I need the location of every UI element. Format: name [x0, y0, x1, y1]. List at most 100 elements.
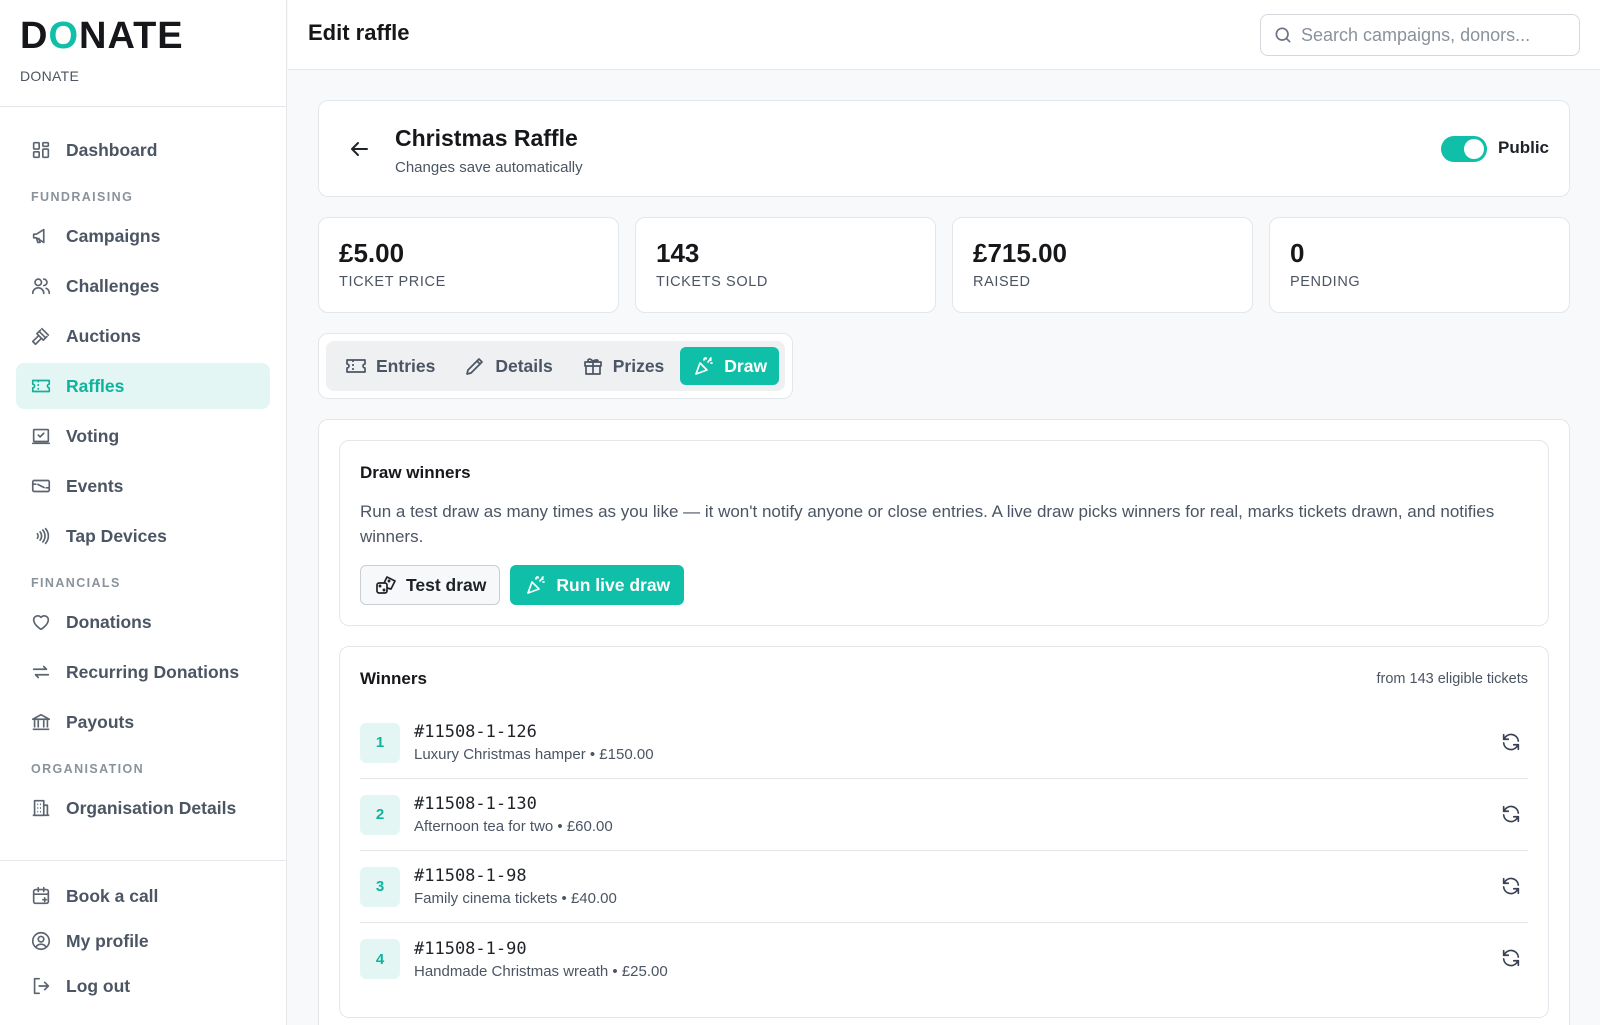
winner-prize: Handmade Christmas wreath • £25.00 — [414, 962, 668, 980]
winner-ticket-number: #11508-1-98 — [414, 866, 527, 886]
tab-label: Draw — [724, 355, 768, 376]
draw-actions: Test draw Run live draw — [360, 565, 1528, 605]
stat-value: £715.00 — [973, 238, 1067, 268]
raffle-title: Christmas Raffle — [395, 125, 578, 151]
winner-info: #11508-1-90 Handmade Christmas wreath • … — [414, 939, 668, 980]
sidebar-item-recurring-donations[interactable]: Recurring Donations — [16, 649, 270, 695]
draw-winners-card: Draw winners Run a test draw as many tim… — [339, 440, 1549, 626]
sidebar-item-label: Payouts — [66, 711, 135, 732]
ticket-icon — [344, 354, 368, 378]
run-live-draw-button[interactable]: Run live draw — [510, 565, 685, 605]
stat-label: TICKET PRICE — [339, 274, 446, 290]
sidebar-item-label: Challenges — [66, 275, 160, 296]
heart-icon — [30, 611, 52, 633]
party-popper-icon — [524, 573, 548, 597]
public-toggle-label: Public — [1497, 138, 1549, 157]
sidebar-item-label: My profile — [66, 930, 149, 951]
main-content: Christmas Raffle Changes save automatica… — [318, 100, 1570, 1025]
top-header: Edit raffle — [288, 0, 1600, 70]
tab-details[interactable]: Details — [451, 347, 564, 385]
search-box[interactable] — [1260, 14, 1580, 56]
stat-value: 143 — [656, 238, 700, 268]
sidebar-item-payouts[interactable]: Payouts — [16, 699, 270, 745]
repeat-icon — [30, 661, 52, 683]
tab-draw[interactable]: Draw — [680, 347, 780, 385]
redraw-icon[interactable] — [1500, 947, 1522, 969]
test-draw-label: Test draw — [406, 574, 487, 595]
winner-rank-badge: 2 — [360, 794, 400, 835]
search-icon — [1273, 25, 1293, 45]
winner-prize: Family cinema tickets • £40.00 — [414, 890, 617, 907]
sidebar-footer: Book a call My profile Log out — [0, 860, 286, 1010]
sidebar-item-campaigns[interactable]: Campaigns — [16, 213, 270, 259]
party-popper-icon — [692, 354, 716, 378]
redraw-icon[interactable] — [1500, 875, 1522, 897]
winner-info: #11508-1-126 Luxury Christmas hamper • £… — [414, 722, 654, 763]
users-icon — [30, 275, 52, 297]
winner-info: #11508-1-98 Family cinema tickets • £40.… — [414, 866, 617, 907]
section-label-organisation: ORGANISATION — [31, 762, 145, 776]
winner-ticket-number: #11508-1-126 — [414, 722, 537, 742]
winner-prize: Luxury Christmas hamper • £150.00 — [414, 746, 654, 763]
sidebar-item-tap-devices[interactable]: Tap Devices — [16, 513, 270, 559]
stat-value: 0 — [1290, 238, 1305, 268]
winner-ticket-number: #11508-1-90 — [414, 938, 527, 959]
stat-label: RAISED — [973, 274, 1031, 290]
winner-row: 1 #11508-1-126 Luxury Christmas hamper •… — [360, 707, 1528, 779]
raffle-header-card: Christmas Raffle Changes save automatica… — [318, 100, 1570, 197]
winners-card: Winners from 143 eligible tickets 1 #115… — [339, 646, 1549, 1018]
sidebar-item-raffles[interactable]: Raffles — [16, 363, 270, 409]
sidebar-item-book-call[interactable]: Book a call — [16, 875, 270, 917]
sidebar-item-events[interactable]: Events — [16, 463, 270, 509]
redraw-icon[interactable] — [1500, 803, 1522, 825]
logo[interactable]: DONATE — [20, 16, 266, 56]
stat-raised: £715.00 RAISED — [952, 217, 1253, 313]
draw-winners-title: Draw winners — [360, 463, 471, 482]
back-arrow-icon[interactable] — [347, 137, 371, 161]
logo-text-end: NATE — [79, 15, 184, 57]
sidebar-item-challenges[interactable]: Challenges — [16, 263, 270, 309]
sidebar-item-dashboard[interactable]: Dashboard — [16, 127, 270, 173]
event-ticket-icon — [30, 475, 52, 497]
logout-icon — [30, 975, 52, 997]
search-input[interactable] — [1301, 24, 1561, 46]
winners-header: Winners from 143 eligible tickets — [360, 669, 1528, 689]
winner-ticket-number: #11508-1-130 — [414, 794, 537, 814]
winners-title: Winners — [360, 669, 427, 688]
dice-icon — [374, 573, 398, 597]
sidebar-item-label: Campaigns — [66, 225, 161, 246]
winner-row: 4 #11508-1-90 Handmade Christmas wreath … — [360, 923, 1528, 995]
sidebar-item-voting[interactable]: Voting — [16, 413, 270, 459]
sidebar: DONATE DONATE Dashboard FUNDRAISING Camp… — [0, 0, 287, 1025]
test-draw-button[interactable]: Test draw — [360, 565, 501, 605]
winner-rank-badge: 1 — [360, 722, 400, 763]
redraw-icon[interactable] — [1500, 731, 1522, 753]
gift-icon — [581, 354, 605, 378]
autosave-note: Changes save automatically — [395, 159, 583, 176]
sidebar-item-log-out[interactable]: Log out — [16, 965, 270, 1007]
sidebar-item-label: Tap Devices — [66, 525, 167, 546]
stat-label: PENDING — [1290, 274, 1361, 290]
tab-label: Details — [495, 355, 553, 376]
sidebar-item-label: Events — [66, 475, 124, 496]
calendar-icon — [30, 885, 52, 907]
sidebar-item-organisation-details[interactable]: Organisation Details — [16, 785, 270, 831]
tab-entries[interactable]: Entries — [332, 347, 447, 385]
ballot-box-icon — [30, 425, 52, 447]
toggle-knob — [1464, 139, 1484, 159]
sidebar-item-label: Organisation Details — [66, 797, 237, 818]
winner-rank-badge: 3 — [360, 866, 400, 907]
winner-info: #11508-1-130 Afternoon tea for two • £60… — [414, 794, 613, 835]
draw-description: Run a test draw as many times as you lik… — [360, 502, 1495, 546]
sidebar-item-label: Book a call — [66, 885, 159, 906]
stat-tickets-sold: 143 TICKETS SOLD — [635, 217, 936, 313]
public-toggle[interactable] — [1441, 136, 1487, 162]
building-icon — [30, 797, 52, 819]
tab-prizes[interactable]: Prizes — [569, 347, 677, 385]
eligible-count: from 143 eligible tickets — [1376, 671, 1528, 687]
sidebar-item-my-profile[interactable]: My profile — [16, 920, 270, 962]
sidebar-item-donations[interactable]: Donations — [16, 599, 270, 645]
user-circle-icon — [30, 930, 52, 952]
winner-list: 1 #11508-1-126 Luxury Christmas hamper •… — [360, 707, 1528, 995]
sidebar-item-auctions[interactable]: Auctions — [16, 313, 270, 359]
